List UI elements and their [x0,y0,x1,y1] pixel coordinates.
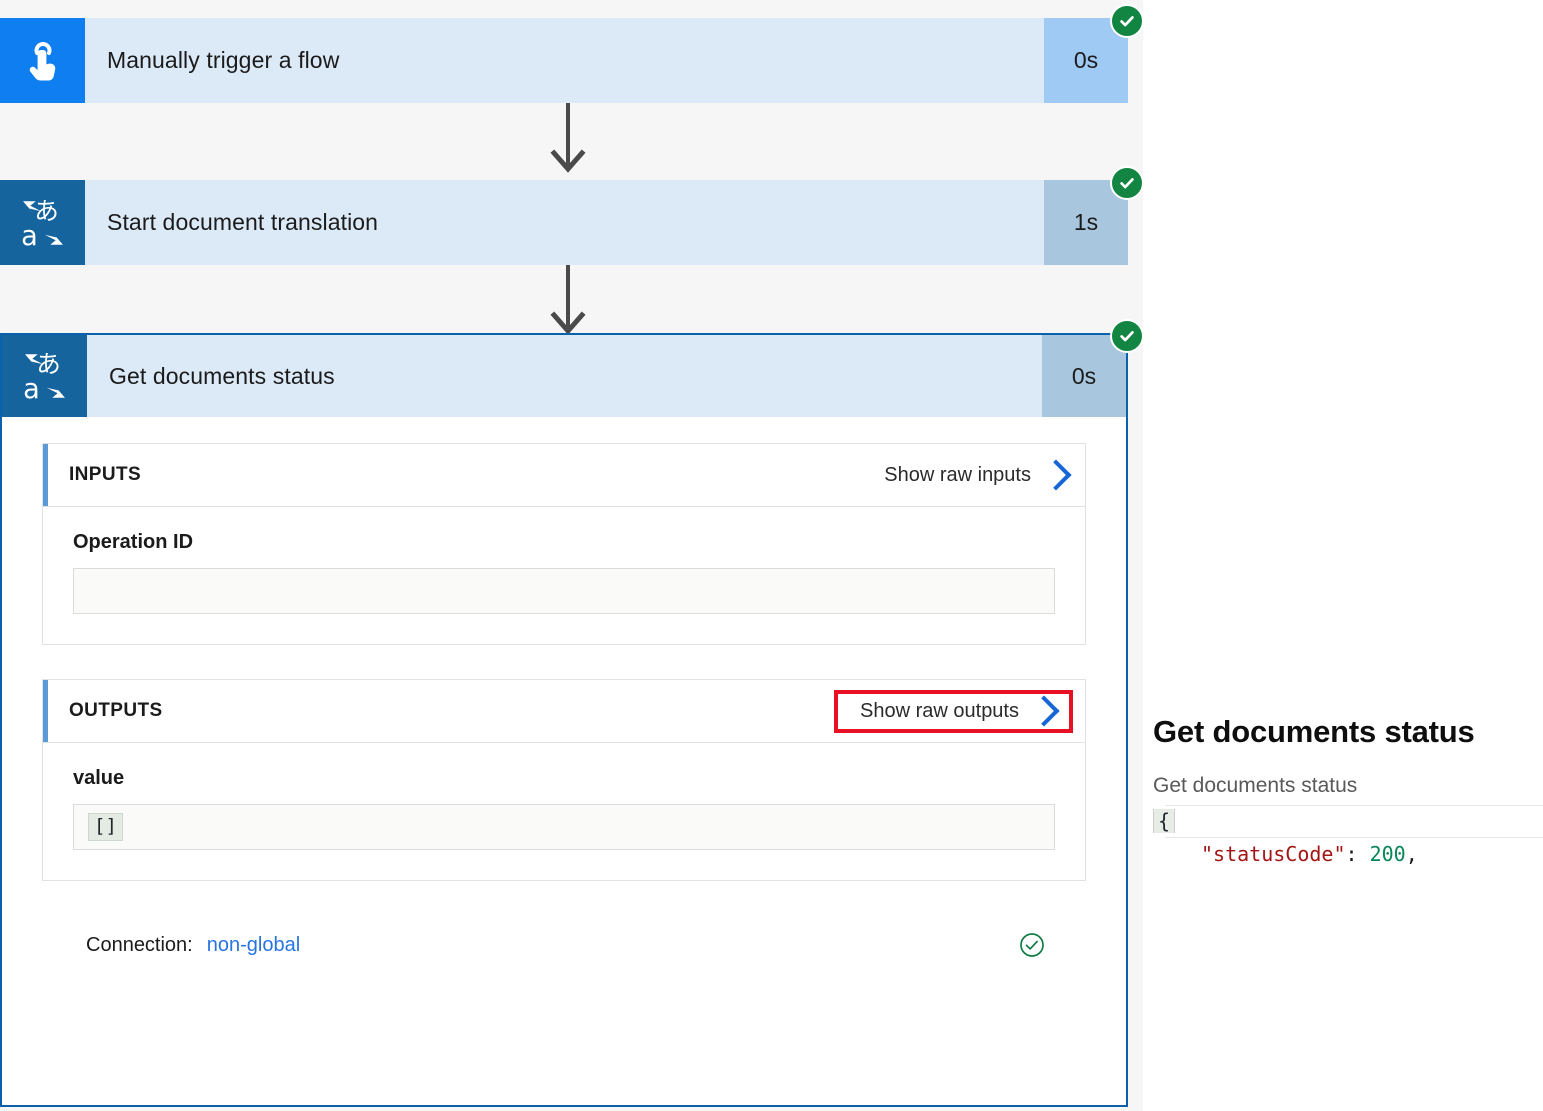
card-title: Get documents status [87,335,1042,417]
flow-step-card-manually-trigger-a-flow[interactable]: Manually trigger a flow 0s [0,18,1128,103]
status-success-icon [1110,319,1143,353]
json-number: 200 [1370,842,1406,866]
operation-id-input[interactable] [73,568,1055,614]
json-key: "statusCode" [1201,842,1346,866]
value-input[interactable]: [] [73,804,1055,850]
operation-id-field-block: Operation ID [43,507,1085,644]
value-token: [] [88,813,123,841]
flow-connector-arrow [548,103,588,181]
card-header[interactable]: あ a Get documents status 0s [2,335,1126,417]
open-brace-token: { [1153,809,1175,833]
card-title: Manually trigger a flow [85,18,1044,103]
translator-icon: あ a [0,180,85,265]
card-title: Start document translation [85,180,1044,265]
status-success-icon [1110,4,1143,38]
json-comma: , [1406,842,1418,866]
outputs-section: OUTPUTS Show raw outputs value [] [42,679,1086,881]
raw-outputs-panel: Get documents status Get documents statu… [1149,0,1543,1111]
translator-icon: あ a [2,335,87,417]
code-line-open-brace: { [1153,805,1543,838]
svg-text:あ: あ [36,349,60,378]
outputs-section-header: OUTPUTS Show raw outputs [43,680,1085,743]
flow-step-card-start-document-translation[interactable]: あ a Start document translation 1s [0,180,1128,265]
circle-check-icon [1018,931,1046,959]
output-panel-subtitle: Get documents status [1153,774,1357,798]
connection-name-link[interactable]: non-global [207,934,300,957]
chevron-right-icon [1028,695,1059,726]
svg-text:a: a [21,220,38,251]
card-header[interactable]: Manually trigger a flow 0s [0,18,1128,103]
operation-id-label: Operation ID [73,531,1055,554]
chevron-right-icon [1040,459,1071,490]
connection-row: Connection: non-global [42,915,1086,959]
flow-connector-arrow [548,265,588,343]
svg-text:a: a [23,374,40,405]
code-line-status-code: "statusCode": 200, [1153,838,1543,871]
svg-text:あ: あ [34,196,58,225]
outputs-heading: OUTPUTS [69,700,163,722]
inputs-section: INPUTS Show raw inputs Operation ID [42,443,1086,645]
flow-step-card-get-documents-status[interactable]: あ a Get documents status 0s INPUTS Show [0,333,1128,1107]
output-panel-title: Get documents status [1153,714,1475,750]
show-raw-outputs-link[interactable]: Show raw outputs [834,690,1073,733]
raw-output-code[interactable]: { "statusCode": 200, [1153,805,1543,871]
inputs-heading: INPUTS [69,464,141,486]
show-raw-outputs-label: Show raw outputs [860,700,1019,723]
card-header[interactable]: あ a Start document translation 1s [0,180,1128,265]
show-raw-inputs-label: Show raw inputs [884,464,1031,487]
value-field-block: value [] [43,743,1085,880]
show-raw-inputs-link[interactable]: Show raw inputs [884,464,1067,487]
card-body: INPUTS Show raw inputs Operation ID OUTP [2,417,1126,959]
tap-trigger-icon [0,18,85,103]
value-label: value [73,767,1055,790]
inputs-section-header: INPUTS Show raw inputs [43,444,1085,507]
connection-label: Connection: [86,934,193,957]
status-success-icon [1110,166,1143,200]
flow-designer-canvas: Manually trigger a flow 0s あ a [0,0,1143,1111]
json-colon: : [1346,842,1370,866]
